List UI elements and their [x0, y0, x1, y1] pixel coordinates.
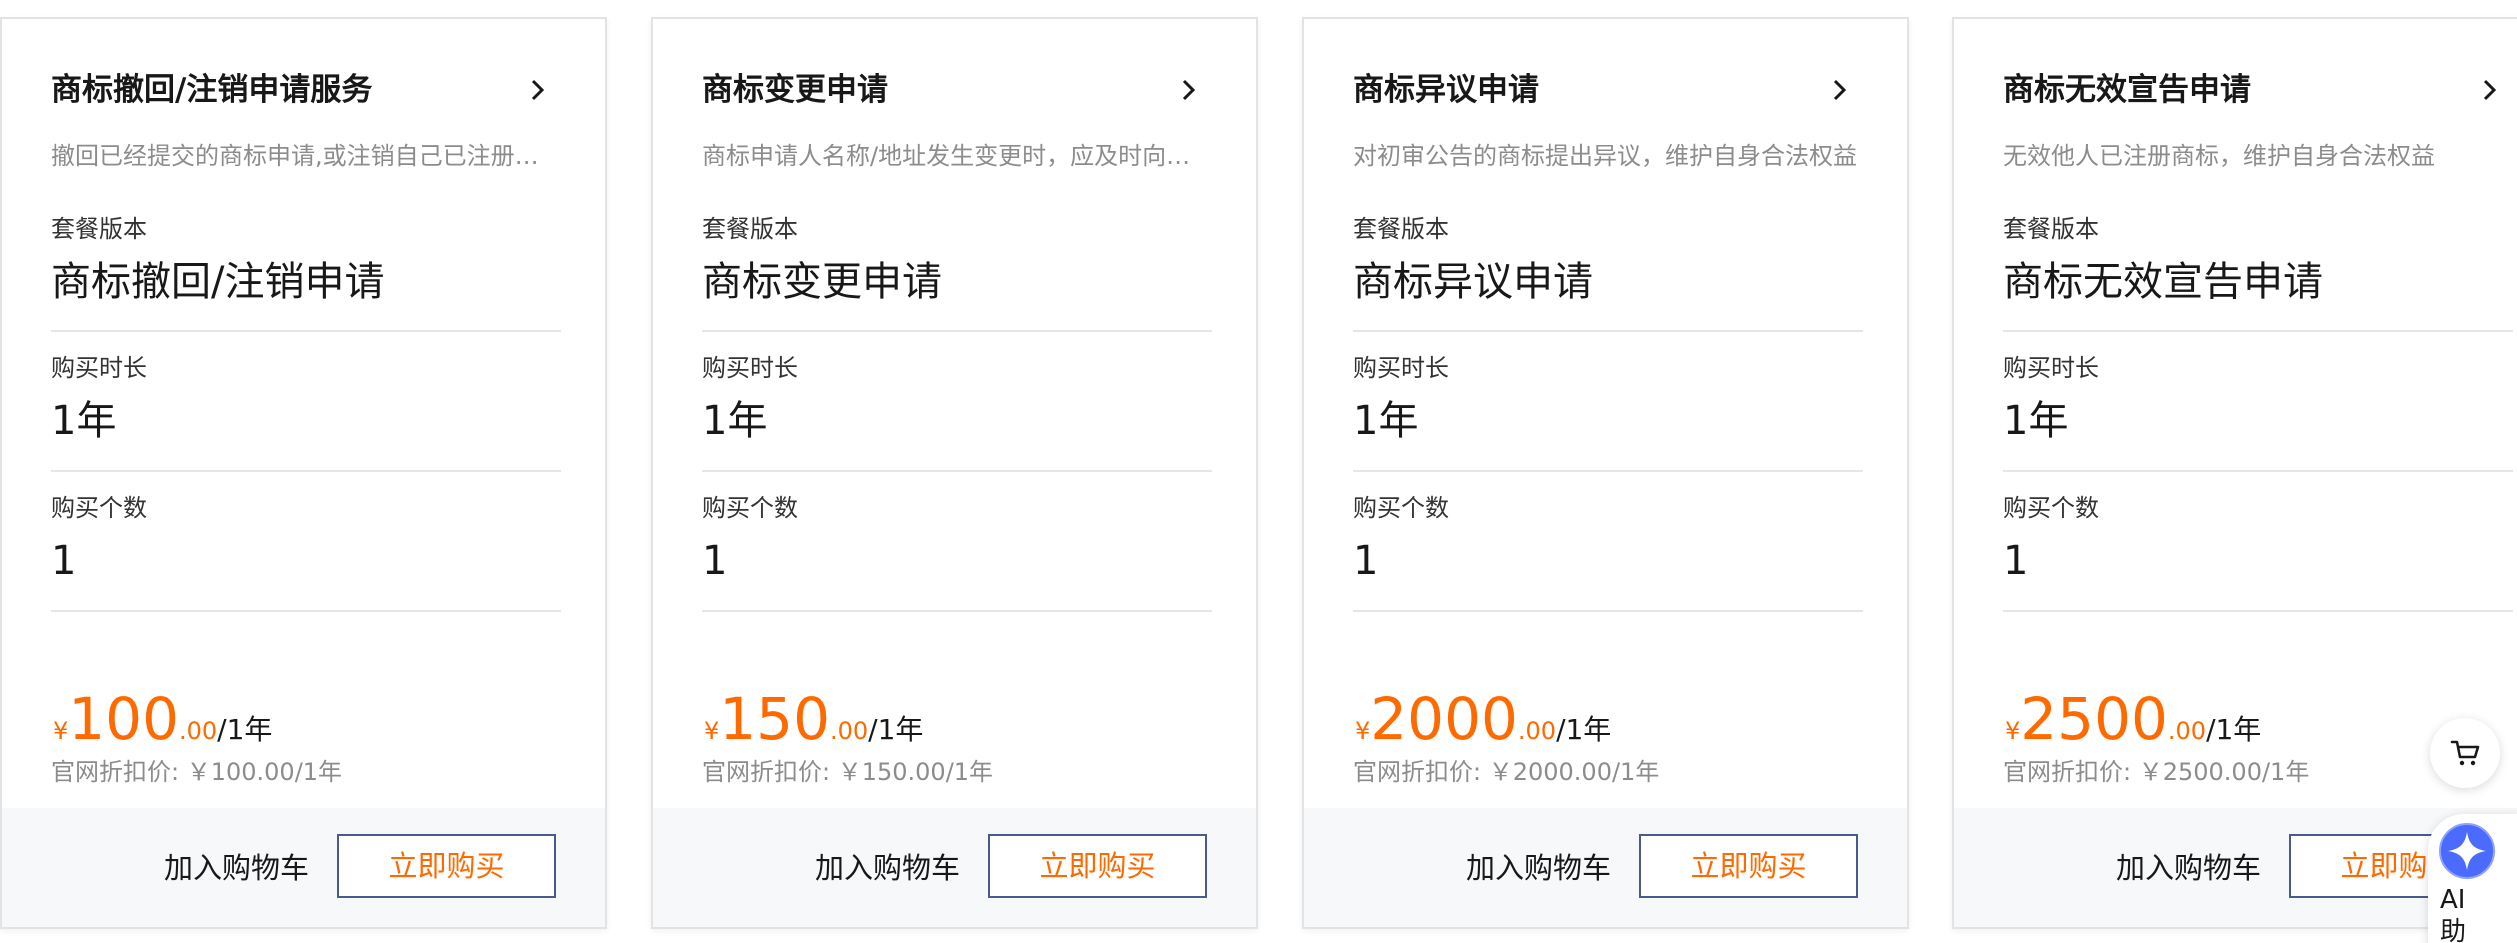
card-header-link[interactable]: 商标无效宣告申请: [2003, 67, 2517, 113]
card-description: 商标申请人名称/地址发生变更时，应及时向商标局提交变更申请: [702, 142, 1212, 170]
divider: [1353, 330, 1863, 332]
chevron-right-icon: [2483, 79, 2497, 101]
price: ¥2000.00/1年: [1355, 684, 1611, 754]
price: ¥100.00/1年: [53, 684, 272, 754]
price-decimal: .00: [2167, 717, 2207, 745]
price-integer: 2000: [1370, 685, 1518, 753]
buy-now-button[interactable]: 立即购买: [988, 834, 1207, 898]
buy-now-button[interactable]: 立即购买: [1639, 834, 1858, 898]
divider: [2003, 330, 2513, 332]
price-currency: ¥: [704, 717, 720, 745]
chevron-right-icon: [531, 79, 545, 101]
divider: [1353, 610, 1863, 612]
price-decimal: .00: [1517, 717, 1557, 745]
price-decimal: .00: [830, 717, 869, 745]
add-to-cart-button[interactable]: 加入购物车: [2116, 845, 2261, 891]
price-currency: ¥: [1355, 717, 1371, 745]
buy-now-button[interactable]: 立即购买: [337, 834, 556, 898]
package-label: 套餐版本: [2003, 215, 2099, 243]
card-title: 商标异议申请: [1353, 72, 1539, 108]
card-footer: 加入购物车 立即购买: [2, 808, 605, 927]
card-description: 无效他人已注册商标，维护自身合法权益: [2003, 142, 2435, 170]
floating-cart-button[interactable]: [2430, 718, 2500, 788]
package-label: 套餐版本: [702, 215, 798, 243]
package-label: 套餐版本: [1353, 215, 1449, 243]
card-title: 商标撤回/注销申请服务: [51, 72, 373, 108]
price-currency: ¥: [2005, 717, 2021, 745]
quantity-value: 1: [702, 538, 728, 584]
add-to-cart-button[interactable]: 加入购物车: [815, 845, 960, 891]
price-integer: 2500: [2020, 685, 2168, 753]
duration-label: 购买时长: [2003, 354, 2099, 382]
divider: [1353, 470, 1863, 472]
duration-value: 1年: [2003, 398, 2069, 444]
reference-price: 官网折扣价: ￥150.00/1年: [702, 758, 994, 786]
divider: [51, 470, 561, 472]
price: ¥2500.00/1年: [2005, 684, 2261, 754]
sparkle-icon: [2439, 823, 2495, 879]
quantity-label: 购买个数: [702, 494, 798, 522]
product-card: 商标变更申请 商标申请人名称/地址发生变更时，应及时向商标局提交变更申请 套餐版…: [651, 17, 1258, 929]
package-label: 套餐版本: [51, 215, 147, 243]
price-integer: 100: [68, 685, 179, 753]
divider: [702, 470, 1212, 472]
card-footer: 加入购物车 立即购买: [653, 808, 1256, 927]
product-card: 商标撤回/注销申请服务 撤回已经提交的商标申请,或注销自己已注册的商标 套餐版本…: [0, 17, 607, 929]
divider: [2003, 470, 2513, 472]
reference-price: 官网折扣价: ￥100.00/1年: [51, 758, 343, 786]
ai-assistant-button[interactable]: AI助: [2428, 814, 2517, 943]
shopping-cart-icon: [2450, 740, 2480, 766]
chevron-right-icon: [1833, 79, 1847, 101]
price-unit: /1年: [868, 713, 924, 746]
reference-price: 官网折扣价: ￥2500.00/1年: [2003, 758, 2310, 786]
quantity-label: 购买个数: [2003, 494, 2099, 522]
quantity-value: 1: [2003, 538, 2029, 584]
price-unit: /1年: [2206, 713, 2262, 746]
quantity-label: 购买个数: [51, 494, 147, 522]
card-header-link[interactable]: 商标异议申请: [1353, 67, 1867, 113]
price-currency: ¥: [53, 717, 69, 745]
price-decimal: .00: [179, 717, 218, 745]
divider: [2003, 610, 2513, 612]
quantity-value: 1: [51, 538, 77, 584]
duration-label: 购买时长: [702, 354, 798, 382]
card-header-link[interactable]: 商标变更申请: [702, 67, 1216, 113]
price-integer: 150: [719, 685, 830, 753]
divider: [51, 330, 561, 332]
package-value: 商标撤回/注销申请: [51, 259, 385, 305]
add-to-cart-button[interactable]: 加入购物车: [1466, 845, 1611, 891]
duration-value: 1年: [1353, 398, 1419, 444]
divider: [702, 610, 1212, 612]
duration-value: 1年: [702, 398, 768, 444]
duration-label: 购买时长: [51, 354, 147, 382]
package-value: 商标无效宣告申请: [2003, 259, 2323, 305]
ai-assistant-label: AI助: [2440, 885, 2467, 943]
price-unit: /1年: [217, 713, 273, 746]
add-to-cart-button[interactable]: 加入购物车: [164, 845, 309, 891]
product-card: 商标异议申请 对初审公告的商标提出异议，维护自身合法权益 套餐版本 商标异议申请…: [1302, 17, 1909, 929]
price-unit: /1年: [1556, 713, 1612, 746]
card-title: 商标变更申请: [702, 72, 888, 108]
chevron-right-icon: [1182, 79, 1196, 101]
card-footer: 加入购物车 立即购买: [1304, 808, 1907, 927]
product-card: 商标无效宣告申请 无效他人已注册商标，维护自身合法权益 套餐版本 商标无效宣告申…: [1952, 17, 2517, 929]
package-value: 商标变更申请: [702, 259, 942, 305]
duration-value: 1年: [51, 398, 117, 444]
quantity-label: 购买个数: [1353, 494, 1449, 522]
reference-price: 官网折扣价: ￥2000.00/1年: [1353, 758, 1660, 786]
price: ¥150.00/1年: [704, 684, 923, 754]
card-description: 撤回已经提交的商标申请,或注销自己已注册的商标: [51, 142, 561, 170]
quantity-value: 1: [1353, 538, 1379, 584]
product-card-list: 商标撤回/注销申请服务 撤回已经提交的商标申请,或注销自己已注册的商标 套餐版本…: [0, 0, 2517, 943]
card-header-link[interactable]: 商标撤回/注销申请服务: [51, 67, 565, 113]
card-title: 商标无效宣告申请: [2003, 72, 2251, 108]
duration-label: 购买时长: [1353, 354, 1449, 382]
card-description: 对初审公告的商标提出异议，维护自身合法权益: [1353, 142, 1857, 170]
divider: [702, 330, 1212, 332]
package-value: 商标异议申请: [1353, 259, 1593, 305]
divider: [51, 610, 561, 612]
